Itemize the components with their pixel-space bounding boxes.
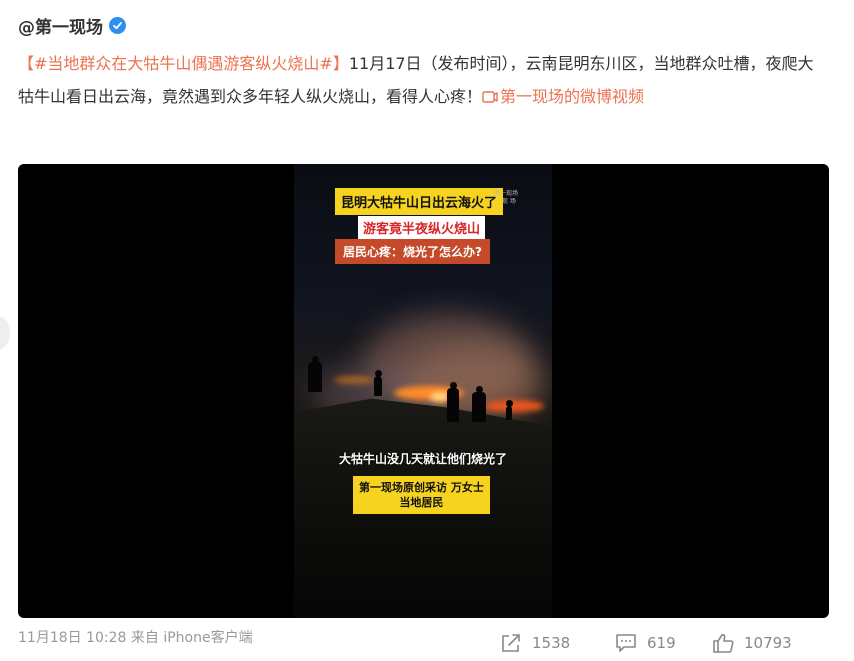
video-link-icon (482, 91, 498, 103)
video-link-label[interactable]: 第一现场的微博视频 (500, 87, 644, 106)
like-button[interactable]: 10793 (712, 631, 792, 655)
comment-icon (616, 634, 636, 652)
caption-title: 昆明大牯牛山日出云海火了 (335, 188, 504, 215)
caption-source-line1: 第一现场原创采访 万女士 (359, 481, 484, 494)
repost-count: 1538 (532, 634, 571, 652)
hashtag-link[interactable]: 【#当地群众在大牯牛山偶遇游客纵火烧山#】 (18, 54, 349, 73)
post-content: 【#当地群众在大牯牛山偶遇游客纵火烧山#】11月17日（发布时间），云南昆明东川… (18, 47, 818, 113)
post-author[interactable]: @第一现场 (18, 12, 126, 38)
author-name[interactable]: @第一现场 (18, 13, 103, 38)
video-watermark: 第一现场一 现 场 (494, 190, 519, 205)
caption-subtitle: 游客竟半夜纵火烧山 (358, 216, 486, 239)
comment-count: 619 (647, 634, 676, 652)
like-count: 10793 (744, 634, 792, 652)
repost-icon (502, 634, 520, 652)
comment-button[interactable]: 619 (615, 631, 676, 655)
caption-source-line2: 当地居民 (399, 496, 444, 509)
verified-badge-icon (109, 16, 126, 34)
post-timestamp-source: 11月18日 10:28 来自 iPhone客户端 (18, 630, 253, 646)
scroll-nav-button[interactable] (0, 316, 10, 350)
video-frame: 昆明大牯牛山日出云海火了 第一现场一 现 场 游客竟半夜纵火烧山 居民心疼：烧光… (294, 164, 552, 618)
caption-source: 第一现场原创采访 万女士 当地居民 (353, 476, 490, 514)
repost-button[interactable]: 1538 (500, 631, 570, 655)
caption-question: 居民心疼：烧光了怎么办? (335, 239, 490, 264)
video-player[interactable]: 昆明大牯牛山日出云海火了 第一现场一 现 场 游客竟半夜纵火烧山 居民心疼：烧光… (18, 164, 829, 618)
like-thumb-icon (713, 633, 734, 653)
video-link[interactable]: 第一现场的微博视频 (482, 87, 644, 106)
caption-quote: 大牯牛山没几天就让他们烧光了 (338, 452, 507, 466)
